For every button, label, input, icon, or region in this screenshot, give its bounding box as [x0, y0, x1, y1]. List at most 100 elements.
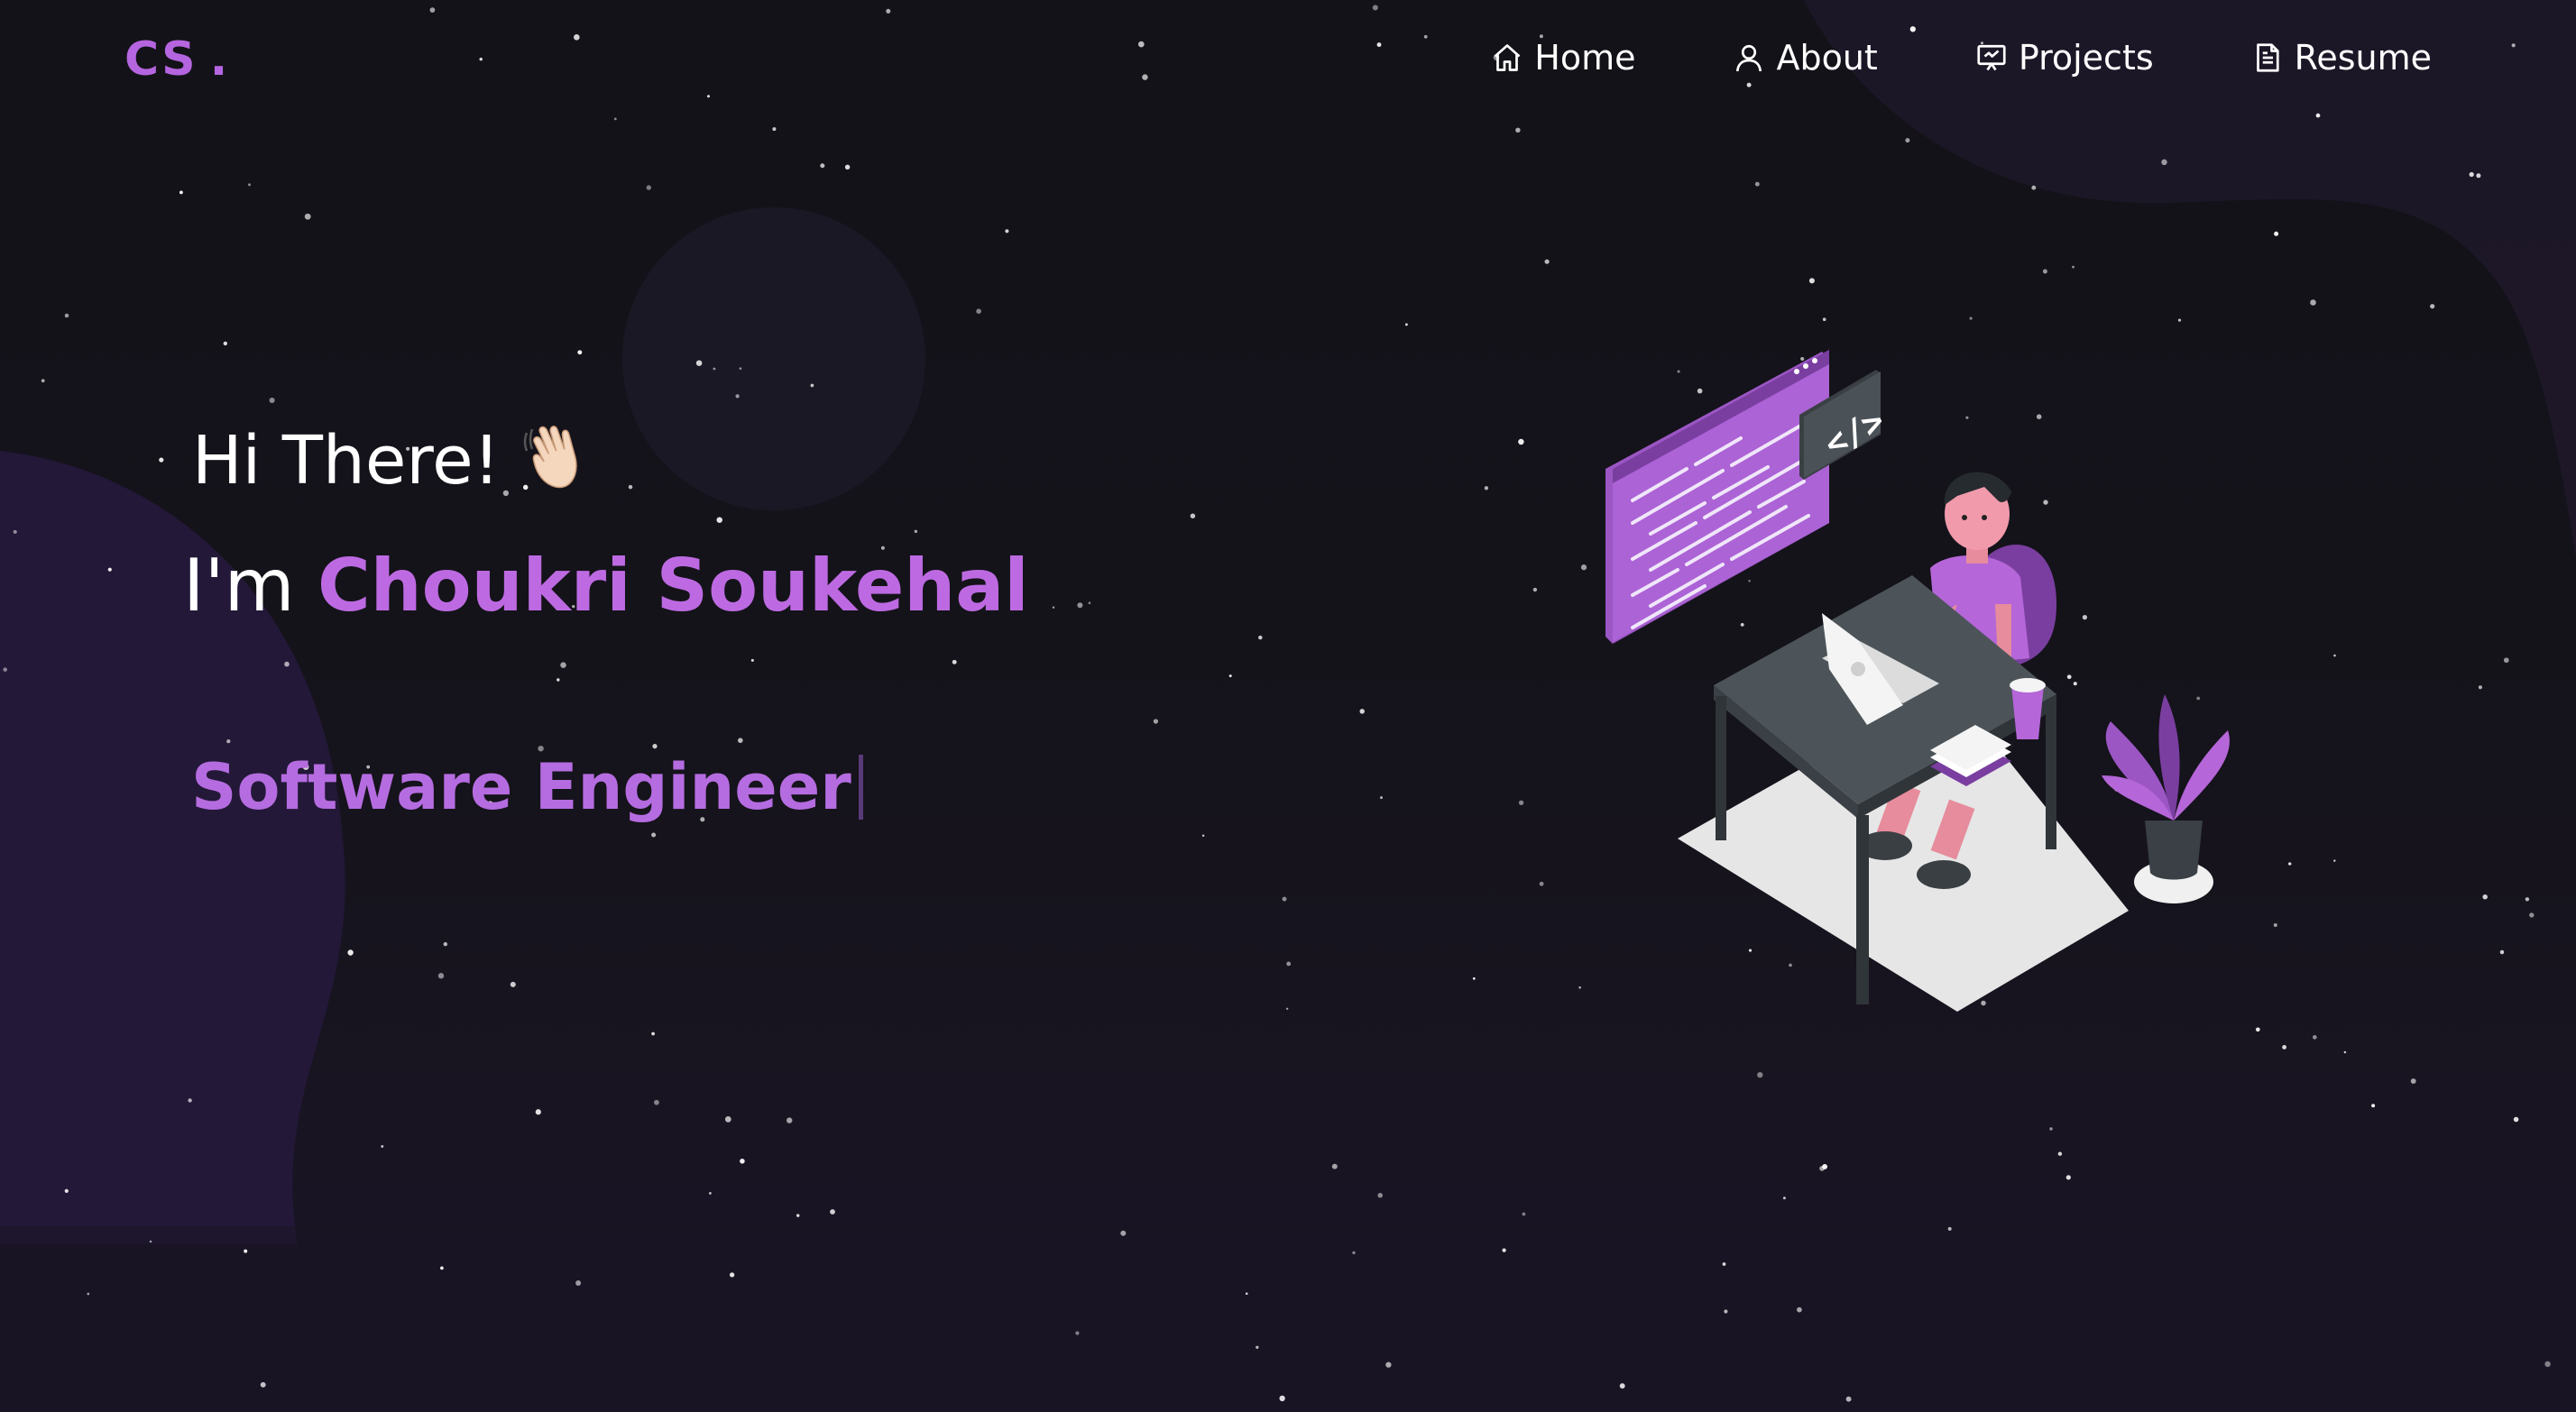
star: [738, 738, 743, 743]
star: [1969, 316, 1973, 320]
star: [1544, 259, 1550, 264]
star: [886, 8, 891, 14]
nav-home-label: Home: [1534, 38, 1636, 78]
star: [1279, 1395, 1285, 1402]
star: [429, 7, 436, 13]
logo-dot: .: [209, 32, 230, 87]
star: [159, 457, 164, 463]
star: [651, 1031, 655, 1036]
star: [706, 95, 711, 98]
star: [2057, 1151, 2063, 1156]
nav-resume-label: Resume: [2294, 38, 2432, 78]
star: [188, 1098, 192, 1103]
star: [2042, 269, 2047, 274]
nav-projects-label: Projects: [2018, 38, 2154, 78]
star: [535, 1109, 541, 1115]
star: [646, 185, 651, 190]
star: [149, 1240, 152, 1243]
star: [830, 1209, 835, 1215]
star: [2177, 318, 2182, 322]
star: [573, 33, 580, 41]
person-name: Choukri Soukehal: [317, 544, 1029, 628]
star: [724, 1116, 731, 1123]
star: [244, 1249, 248, 1253]
star: [613, 117, 617, 121]
site-logo[interactable]: CS.: [124, 32, 229, 87]
star: [1580, 564, 1587, 571]
star: [2525, 897, 2530, 902]
nav-home[interactable]: Home: [1491, 31, 1635, 85]
star: [796, 1214, 800, 1217]
star: [284, 661, 290, 667]
star: [1472, 976, 1476, 980]
star: [1797, 1307, 1802, 1313]
star: [735, 394, 740, 399]
star: [560, 662, 566, 668]
star: [1258, 635, 1263, 640]
star: [1088, 601, 1091, 605]
star: [740, 1159, 745, 1164]
star: [2049, 1127, 2053, 1131]
nav-projects[interactable]: Projects: [1975, 31, 2154, 85]
star: [1137, 41, 1145, 48]
star: [2410, 1078, 2416, 1084]
star: [1757, 1071, 1763, 1078]
star: [1404, 323, 1408, 326]
star: [1532, 587, 1538, 592]
star: [1075, 1331, 1080, 1335]
star: [772, 127, 777, 132]
star: [1754, 181, 1760, 187]
greeting-text: Hi There!: [192, 422, 501, 500]
star: [2529, 912, 2535, 918]
star: [1484, 486, 1489, 491]
role-text: Software Engineer: [191, 750, 851, 824]
star: [2333, 859, 2336, 862]
star: [440, 1266, 444, 1270]
star: [381, 1144, 384, 1148]
star: [1372, 5, 1378, 11]
greeting-heading: Hi There!: [192, 415, 595, 507]
star: [41, 379, 45, 383]
star: [713, 367, 716, 371]
star: [2065, 1175, 2071, 1180]
star: [2371, 1104, 2376, 1108]
star: [248, 183, 251, 187]
star: [750, 658, 754, 662]
star: [2511, 43, 2516, 48]
star: [810, 383, 814, 388]
star: [695, 360, 703, 366]
main-nav: Home About Projects Resume: [1394, 31, 2432, 85]
star: [13, 529, 17, 534]
typing-cursor: [858, 755, 863, 820]
star: [1518, 438, 1524, 445]
star: [1724, 1309, 1728, 1314]
star: [2482, 894, 2488, 900]
star: [1380, 796, 1383, 800]
nav-resume[interactable]: Resume: [2251, 31, 2432, 85]
star: [2312, 1035, 2317, 1040]
star: [1005, 229, 1009, 234]
star: [2273, 923, 2277, 927]
star: [1201, 834, 1205, 838]
star: [2333, 654, 2336, 657]
star: [2503, 657, 2509, 664]
code-window-panel: [1605, 350, 1829, 644]
star: [1052, 606, 1055, 609]
star: [2288, 862, 2292, 866]
star: [260, 1381, 266, 1388]
star: [223, 341, 227, 346]
star: [1947, 1226, 1952, 1231]
star: [1285, 1007, 1289, 1011]
star: [1245, 1292, 1248, 1296]
star: [2161, 159, 2167, 166]
star: [1385, 1362, 1392, 1368]
nav-about[interactable]: About: [1733, 31, 1878, 85]
star: [1808, 278, 1815, 284]
star: [1578, 986, 1581, 989]
star: [179, 190, 183, 195]
developer-illustration: </>: [1605, 350, 2230, 1012]
star: [787, 1117, 793, 1123]
star: [1377, 1192, 1383, 1198]
star: [2031, 185, 2037, 190]
star: [976, 308, 981, 314]
